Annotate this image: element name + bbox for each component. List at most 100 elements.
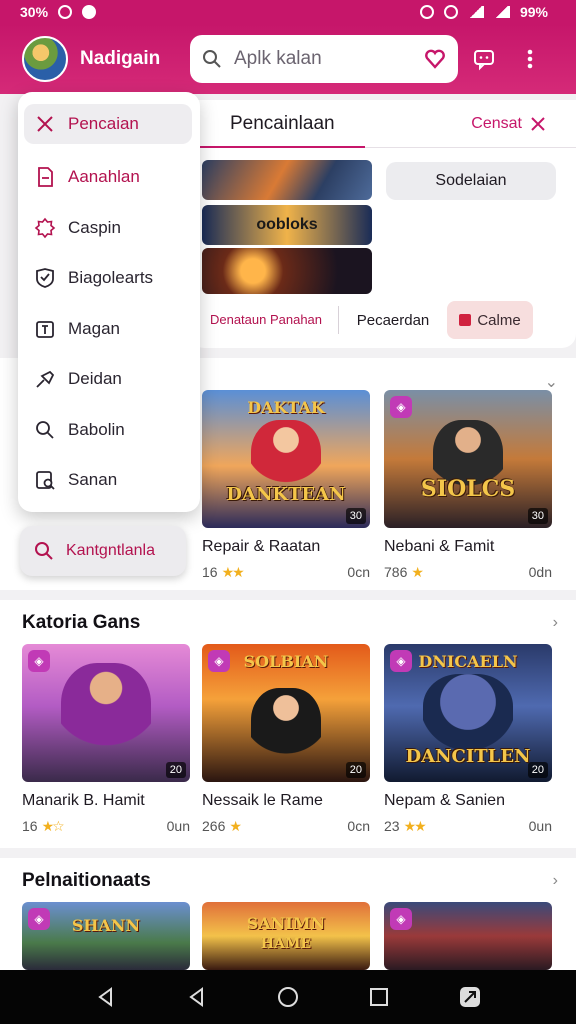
signal-icon [493, 6, 510, 18]
game-thumbnail[interactable]: ◈ 20 [22, 644, 190, 782]
shield-icon [34, 267, 56, 289]
game-size: 0un [166, 818, 190, 834]
banner-image[interactable]: oobloks [202, 205, 372, 245]
app-name: Nadigain [80, 48, 161, 69]
menu-item-sanan[interactable]: Sanan [18, 455, 200, 506]
game-thumbnail[interactable]: DAKTAK DANKTEAN 30 [202, 390, 370, 528]
banner-image[interactable] [202, 160, 372, 200]
menu-item-label: Aanahlan [68, 167, 140, 187]
assistant-icon[interactable] [455, 982, 485, 1012]
app-header: Nadigain Aplk kalan [0, 24, 576, 94]
menu-search-label: Kantgntlanla [66, 542, 155, 559]
game-card[interactable]: ◈ 20 Manarik B. Hamit 16 ★☆ 0un [22, 644, 190, 835]
game-art [251, 688, 321, 769]
game-logo: DANKTEAN [226, 483, 346, 505]
menu-item-label: Caspin [68, 217, 121, 237]
heart-icon[interactable] [424, 48, 446, 70]
game-thumbnail[interactable]: ◈ SOLBIAN 20 [202, 644, 370, 782]
game-title: Nepam & Sanien [384, 792, 505, 809]
game-thumbnail[interactable]: ◈ SHANN [22, 902, 190, 970]
menu-item-magan[interactable]: Magan [18, 304, 200, 355]
filter-panel: oobloks Sodelaian Denataun Panahan Pecae… [190, 148, 576, 348]
cancel-label: Censat [471, 114, 522, 132]
game-meta: 16 ★☆ 0un [22, 818, 190, 835]
game-thumbnail[interactable]: ◈ SIOLCS 30 [384, 390, 552, 528]
menu-item-babolin[interactable]: Babolin [18, 405, 200, 456]
menu-search-button[interactable]: Kantgntlanla [20, 526, 186, 576]
side-button[interactable]: Sodelaian [386, 162, 556, 200]
menu-item-label: Biagolearts [68, 268, 154, 288]
clock-icon [443, 5, 458, 19]
chip-filter-active[interactable]: Calme [447, 301, 533, 339]
chip-filter[interactable]: Pecaerdan [347, 312, 439, 329]
game-art [61, 663, 151, 764]
game-section: Katoria Gans › ◈ 20 Manarik B. Hamit 16 ★… [0, 600, 576, 848]
cancel-button[interactable]: Censat [471, 115, 546, 133]
game-meta: 266 ★ 0cn [202, 818, 370, 835]
chip-filter[interactable]: Denataun Panahan [202, 313, 330, 327]
game-thumbnail[interactable]: ◈ [384, 902, 552, 970]
banner-image[interactable] [202, 248, 372, 294]
chevron-right-icon[interactable]: › [553, 614, 558, 632]
app-badge-icon: ◈ [390, 396, 412, 418]
menu-item-biagolearts[interactable]: Biagolearts [18, 253, 200, 304]
home-icon[interactable] [273, 982, 303, 1012]
age-badge: 20 [527, 762, 548, 778]
back-alt-icon[interactable] [182, 982, 212, 1012]
game-size: 0dn [528, 564, 552, 580]
star-icon: ★ [229, 818, 241, 834]
search-icon [34, 419, 56, 441]
menu-item-deidan[interactable]: Deidan [18, 354, 200, 405]
game-card[interactable]: ◈ SHANN [22, 902, 190, 970]
back-icon[interactable] [91, 982, 121, 1012]
game-thumbnail[interactable]: ◈ DNICAELN DANCITLEN 20 [384, 644, 552, 782]
alarm-icon [419, 5, 434, 19]
game-logo-top: DAKTAK [247, 398, 325, 417]
game-logo-top: DNICAELN [418, 652, 518, 671]
square-icon [459, 314, 472, 326]
game-meta: 16 ★★ 0cn [202, 564, 370, 581]
game-card[interactable]: ◈ SOLBIAN 20 Nessaik le Rame 266 ★ 0cn [202, 644, 370, 835]
search-bar[interactable]: Aplk kalan [190, 35, 458, 83]
age-badge: 30 [345, 508, 366, 524]
arrow-icon [34, 368, 56, 390]
game-card[interactable]: ◈ DNICAELN DANCITLEN 20 Nepam & Sanien 2… [384, 644, 552, 835]
game-size: 0cn [347, 564, 370, 580]
chevron-down-icon[interactable]: ⌄ [545, 372, 558, 392]
game-card[interactable]: SANIMN HAME [202, 902, 370, 970]
document-icon [34, 166, 56, 188]
section-title: Pelnaitionaats [22, 870, 151, 891]
recents-icon[interactable] [364, 982, 394, 1012]
lock-search-icon [34, 469, 56, 491]
app-notification-icon [82, 5, 97, 19]
chevron-right-icon[interactable]: › [553, 872, 558, 890]
avatar[interactable] [22, 36, 68, 82]
rating-value: 786 [384, 564, 408, 580]
wifi-icon [467, 6, 484, 18]
game-size: 0un [528, 818, 552, 834]
tab-active[interactable]: Pencainlaan [200, 100, 365, 149]
menu-item-label: Sanan [68, 470, 118, 490]
menu-item-aanahlan[interactable]: Aanahlan [18, 152, 200, 203]
chip-row: Denataun Panahan Pecaerdan Calme [202, 300, 564, 340]
menu-item-caspin[interactable]: Caspin [18, 203, 200, 254]
rating-value: 16 [22, 818, 38, 834]
game-art [423, 674, 513, 755]
battery-level: 99% [519, 4, 548, 20]
game-card[interactable]: DAKTAK DANKTEAN 30 Repair & Raatan 16 ★★ 0… [202, 390, 370, 581]
menu-item-pencaian[interactable]: Pencaian [24, 104, 192, 144]
game-card[interactable]: ◈ [384, 902, 552, 970]
search-input[interactable]: Aplk kalan [234, 48, 412, 70]
menu-item-label: Babolin [68, 419, 125, 439]
menu-item-label: Deidan [68, 369, 122, 389]
badge-icon [34, 217, 56, 239]
chat-icon[interactable] [464, 39, 504, 79]
banner-label: oobloks [256, 216, 318, 233]
game-logo-top: SHANN [71, 916, 141, 935]
chip-label: Calme [477, 311, 521, 329]
dropdown-menu: Pencaian Aanahlan Caspin Biagolearts Mag… [18, 92, 200, 512]
more-options-icon[interactable] [510, 39, 550, 79]
game-logo-top: SANIMN [246, 914, 326, 933]
game-card[interactable]: ◈ SIOLCS 30 Nebani & Famit 786 ★ 0dn [384, 390, 552, 581]
game-thumbnail[interactable]: SANIMN HAME [202, 902, 370, 970]
